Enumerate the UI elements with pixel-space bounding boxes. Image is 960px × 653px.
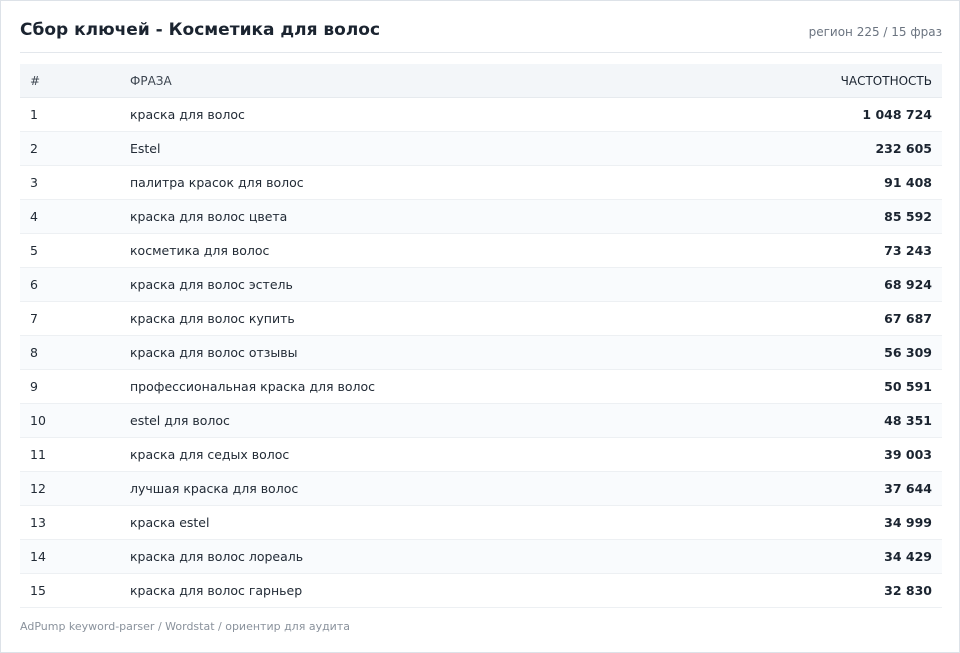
row-phrase: косметика для волос bbox=[120, 233, 680, 268]
row-phrase: краска для волос bbox=[120, 97, 680, 132]
report-header: Сбор ключей - Косметика для волос регион… bbox=[20, 19, 942, 53]
table-row: 11 краска для седых волос 39 003 bbox=[20, 437, 942, 472]
page-title: Сбор ключей - Косметика для волос bbox=[20, 20, 381, 40]
region-phrase-count: регион 225 / 15 фраз bbox=[808, 25, 942, 39]
table-row: 2 Estel 232 605 bbox=[20, 131, 942, 166]
row-index: 8 bbox=[20, 335, 120, 370]
row-frequency: 91 408 bbox=[680, 165, 942, 200]
row-frequency: 32 830 bbox=[680, 573, 942, 608]
row-phrase: краска для волос отзывы bbox=[120, 335, 680, 370]
table-row: 9 профессиональная краска для волос 50 591 bbox=[20, 369, 942, 404]
table-row: 6 краска для волос эстель 68 924 bbox=[20, 267, 942, 302]
row-phrase: краска для волос лореаль bbox=[120, 539, 680, 574]
row-index: 6 bbox=[20, 267, 120, 302]
table-row: 13 краска estel 34 999 bbox=[20, 505, 942, 540]
row-phrase: краска для волос купить bbox=[120, 301, 680, 336]
row-phrase: краска для волос эстель bbox=[120, 267, 680, 302]
row-phrase: профессиональная краска для волос bbox=[120, 369, 680, 404]
row-phrase: краска для волос гарньер bbox=[120, 573, 680, 608]
table-body: 1 краска для волос 1 048 724 2 Estel 232 605 3… bbox=[20, 97, 942, 608]
report-panel: Сбор ключей - Косметика для волос регион… bbox=[0, 0, 960, 653]
row-phrase: Estel bbox=[120, 131, 680, 166]
row-index: 13 bbox=[20, 505, 120, 540]
table-header-row: # ФРАЗА ЧАСТОТНОСТЬ bbox=[20, 64, 942, 98]
table-row: 12 лучшая краска для волос 37 644 bbox=[20, 471, 942, 506]
table-row: 5 косметика для волос 73 243 bbox=[20, 233, 942, 268]
row-index: 5 bbox=[20, 233, 120, 268]
row-frequency: 56 309 bbox=[680, 335, 942, 370]
row-index: 7 bbox=[20, 301, 120, 336]
column-header-phrase: ФРАЗА bbox=[120, 64, 680, 98]
table-row: 4 краска для волос цвета 85 592 bbox=[20, 199, 942, 234]
row-index: 9 bbox=[20, 369, 120, 404]
row-phrase: краска для волос цвета bbox=[120, 199, 680, 234]
row-phrase: краска estel bbox=[120, 505, 680, 540]
keywords-table: # ФРАЗА ЧАСТОТНОСТЬ 1 краска для волос 1 0… bbox=[20, 64, 942, 608]
table-row: 7 краска для волос купить 67 687 bbox=[20, 301, 942, 336]
row-frequency: 1 048 724 bbox=[680, 97, 942, 132]
row-frequency: 50 591 bbox=[680, 369, 942, 404]
row-phrase: краска для седых волос bbox=[120, 437, 680, 472]
row-index: 4 bbox=[20, 199, 120, 234]
row-index: 12 bbox=[20, 471, 120, 506]
table-row: 1 краска для волос 1 048 724 bbox=[20, 97, 942, 132]
row-index: 1 bbox=[20, 97, 120, 132]
row-frequency: 232 605 bbox=[680, 131, 942, 166]
row-index: 2 bbox=[20, 131, 120, 166]
footer-note: AdPump keyword-parser / Wordstat / ориен… bbox=[20, 620, 350, 633]
table-row: 15 краска для волос гарньер 32 830 bbox=[20, 573, 942, 608]
row-index: 3 bbox=[20, 165, 120, 200]
column-header-frequency: ЧАСТОТНОСТЬ bbox=[680, 64, 942, 98]
row-index: 11 bbox=[20, 437, 120, 472]
row-frequency: 68 924 bbox=[680, 267, 942, 302]
row-phrase: estel для волос bbox=[120, 403, 680, 438]
row-frequency: 73 243 bbox=[680, 233, 942, 268]
column-header-index: # bbox=[20, 64, 120, 98]
row-frequency: 34 429 bbox=[680, 539, 942, 574]
row-index: 10 bbox=[20, 403, 120, 438]
row-frequency: 37 644 bbox=[680, 471, 942, 506]
row-phrase: лучшая краска для волос bbox=[120, 471, 680, 506]
row-index: 15 bbox=[20, 573, 120, 608]
row-index: 14 bbox=[20, 539, 120, 574]
row-frequency: 67 687 bbox=[680, 301, 942, 336]
row-frequency: 85 592 bbox=[680, 199, 942, 234]
table-row: 10 estel для волос 48 351 bbox=[20, 403, 942, 438]
row-frequency: 34 999 bbox=[680, 505, 942, 540]
table-row: 3 палитра красок для волос 91 408 bbox=[20, 165, 942, 200]
table-row: 8 краска для волос отзывы 56 309 bbox=[20, 335, 942, 370]
row-frequency: 39 003 bbox=[680, 437, 942, 472]
row-frequency: 48 351 bbox=[680, 403, 942, 438]
row-phrase: палитра красок для волос bbox=[120, 165, 680, 200]
table-row: 14 краска для волос лореаль 34 429 bbox=[20, 539, 942, 574]
